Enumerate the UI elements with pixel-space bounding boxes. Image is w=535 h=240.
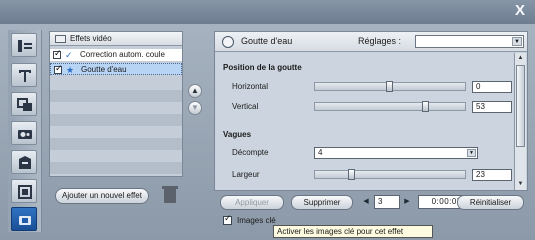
- title-bar: X: [0, 0, 535, 24]
- audio-tool-button[interactable]: [11, 121, 37, 145]
- chevron-down-icon[interactable]: ▼: [512, 37, 522, 46]
- keyframes-label[interactable]: Images clé: [237, 216, 276, 225]
- section-drop-position: Position de la goutte: [223, 63, 302, 72]
- scroll-up-arrow-icon[interactable]: ▲: [516, 54, 525, 63]
- count-label: Décompte: [232, 148, 269, 157]
- chapter-icon: [19, 156, 31, 169]
- width-slider-thumb[interactable]: [348, 169, 355, 180]
- effect-row-correction[interactable]: ✓ Correction autom. coule: [50, 48, 182, 61]
- effect-row-water-drop[interactable]: ★ Goutte d'eau: [50, 63, 182, 75]
- effect-properties-panel: Goutte d'eau Réglages : ▼ Position de la…: [214, 31, 528, 191]
- keyframes-tooltip: Activer les images clé pour cet effet: [273, 225, 433, 238]
- width-label: Largeur: [232, 170, 260, 179]
- horizontal-slider[interactable]: [314, 81, 466, 92]
- move-up-button[interactable]: ▲: [188, 84, 202, 98]
- presets-dropdown[interactable]: ▼: [415, 35, 524, 48]
- properties-scrollbar[interactable]: ▲ ▼: [514, 53, 526, 190]
- move-down-button[interactable]: ▼: [188, 101, 202, 115]
- empty-row: [50, 138, 182, 150]
- apply-button[interactable]: Appliquer: [220, 195, 284, 210]
- title-tool-button[interactable]: [11, 63, 37, 87]
- effects-window: X Effets vidéo ✓ Cor: [0, 0, 535, 240]
- list-scroll-buttons: ▲ ▼: [186, 80, 204, 120]
- title-text-icon: [19, 70, 31, 82]
- tool-strip: [8, 30, 42, 232]
- audio-icon: [18, 130, 32, 139]
- chevron-down-icon[interactable]: ▼: [467, 149, 476, 157]
- video-toolbox-button[interactable]: [11, 33, 37, 57]
- vertical-slider[interactable]: [314, 101, 466, 112]
- properties-header: Goutte d'eau Réglages : ▼: [215, 32, 527, 52]
- effects-list-title: Effets vidéo: [70, 34, 112, 43]
- overlay-icon: [17, 98, 32, 111]
- effect-enable-checkbox[interactable]: [53, 48, 62, 59]
- keyframe-number-field[interactable]: 3: [374, 195, 400, 209]
- video-effects-icon: [19, 216, 31, 225]
- horizontal-value[interactable]: 0: [472, 81, 512, 93]
- delete-button[interactable]: Supprimer: [291, 195, 353, 210]
- next-keyframe-arrow-icon[interactable]: ▶: [402, 196, 412, 208]
- water-drop-icon: [222, 36, 234, 48]
- effect-label: Goutte d'eau: [81, 65, 127, 74]
- frame-icon: [18, 185, 32, 199]
- effect-title: Goutte d'eau: [241, 36, 293, 46]
- wand-icon: ✓: [65, 50, 73, 60]
- presets-label: Réglages :: [358, 36, 402, 46]
- effects-list-panel: Effets vidéo ✓ Correction autom. coule ★…: [49, 31, 183, 177]
- frame-tool-button[interactable]: [11, 179, 37, 203]
- reset-button[interactable]: Réinitialiser: [457, 195, 524, 210]
- vertical-slider-thumb[interactable]: [422, 101, 429, 112]
- empty-row: [50, 114, 182, 126]
- vertical-value[interactable]: 53: [472, 101, 512, 113]
- folder-icon: [55, 35, 66, 43]
- vertical-label: Vertical: [232, 102, 259, 111]
- overlay-tool-button[interactable]: [11, 92, 37, 116]
- count-dropdown[interactable]: 4 ▼: [314, 147, 478, 159]
- previous-keyframe-arrow-icon[interactable]: ◀: [361, 196, 371, 208]
- star-icon: ★: [66, 65, 75, 75]
- effects-list-header: Effets vidéo: [50, 32, 182, 46]
- empty-row: [50, 90, 182, 102]
- chapter-tool-button[interactable]: [11, 150, 37, 174]
- empty-row: [50, 162, 182, 174]
- video-effects-tool-button[interactable]: [11, 207, 37, 231]
- width-value[interactable]: 23: [472, 169, 512, 181]
- horizontal-slider-thumb[interactable]: [386, 81, 393, 92]
- width-slider[interactable]: [314, 169, 466, 180]
- section-waves: Vagues: [223, 130, 252, 139]
- close-button[interactable]: X: [511, 2, 529, 20]
- count-value: 4: [318, 148, 323, 157]
- properties-body: Position de la goutte Horizontal 0 Verti…: [216, 53, 513, 190]
- scrollbar-thumb[interactable]: [516, 65, 525, 147]
- trash-icon[interactable]: [162, 186, 178, 203]
- keyframes-checkbox[interactable]: [223, 213, 232, 225]
- scroll-down-arrow-icon[interactable]: ▼: [516, 180, 525, 189]
- add-effect-button[interactable]: Ajouter un nouvel effet: [55, 188, 149, 204]
- effect-label: Correction autom. coule: [80, 50, 165, 59]
- horizontal-label: Horizontal: [232, 82, 269, 91]
- video-toolbox-icon: [18, 40, 32, 52]
- effect-enable-checkbox[interactable]: [54, 63, 63, 74]
